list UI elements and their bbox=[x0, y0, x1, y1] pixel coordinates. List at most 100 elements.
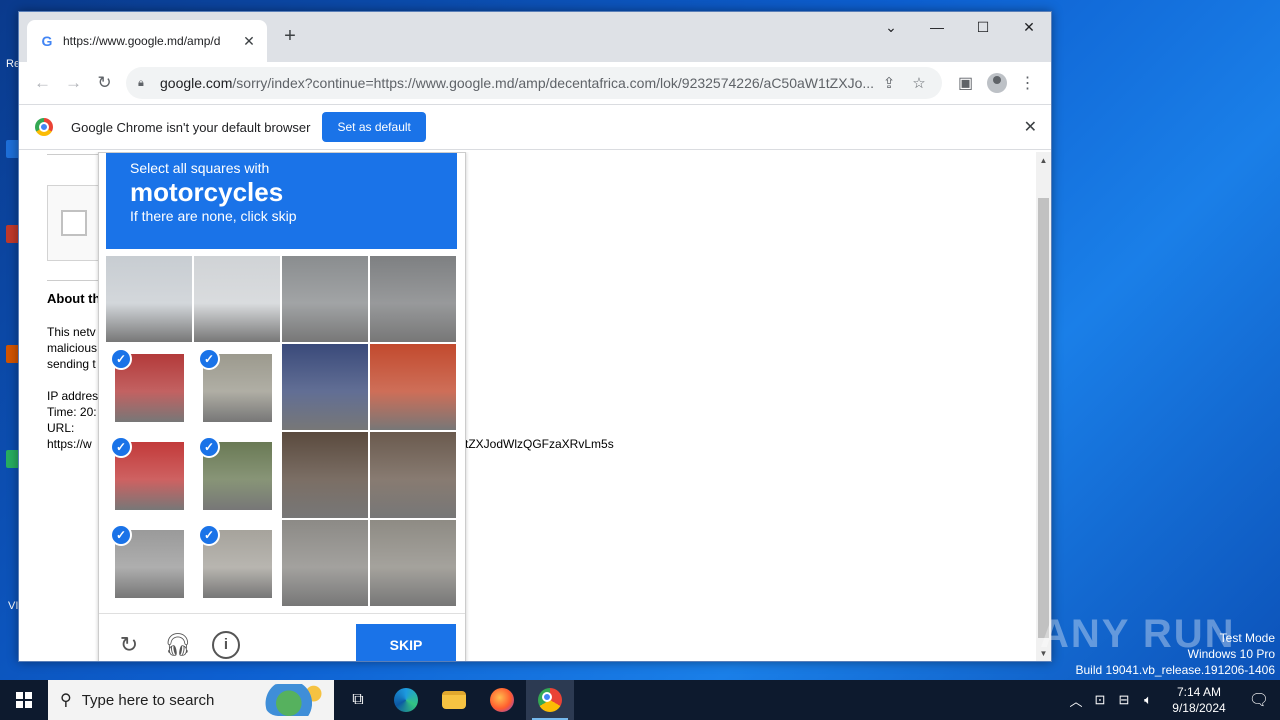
taskbar-search[interactable]: ⚲ Type here to search bbox=[48, 680, 334, 720]
chrome-icon bbox=[538, 688, 562, 712]
tile-image bbox=[282, 344, 368, 430]
captcha-tile[interactable] bbox=[282, 344, 368, 430]
para-line: malicious bbox=[47, 341, 98, 355]
clock-time: 7:14 AM bbox=[1176, 685, 1222, 699]
challenge-footer: ↻ 🎧︎ i SKIP bbox=[99, 613, 465, 661]
profile-button[interactable] bbox=[981, 67, 1012, 99]
scrollbar[interactable]: ▲ ▼ bbox=[1036, 152, 1051, 661]
tile-image bbox=[282, 520, 368, 606]
reload-challenge-icon[interactable]: ↻ bbox=[116, 632, 142, 658]
back-button[interactable]: ← bbox=[27, 67, 58, 99]
avatar bbox=[986, 73, 1007, 93]
url-tail: tZXJodWlzQGFzaXRvLm5s bbox=[465, 437, 614, 451]
skip-button[interactable]: SKIP bbox=[356, 624, 456, 661]
desktop-label: VI bbox=[8, 600, 19, 612]
side-panel-icon[interactable]: ▣ bbox=[950, 67, 981, 99]
captcha-tile[interactable] bbox=[282, 256, 368, 342]
tab-active[interactable]: G https://www.google.md/amp/d ✕ bbox=[27, 20, 267, 62]
share-icon[interactable]: ⇪ bbox=[874, 74, 904, 92]
maximize-button[interactable]: ☐ bbox=[960, 12, 1006, 42]
url-path: /sorry/index?continue=https://www.google… bbox=[232, 75, 875, 91]
taskbar-firefox[interactable] bbox=[478, 680, 526, 720]
checkmark-icon: ✓ bbox=[110, 524, 132, 546]
chrome-logo-icon bbox=[35, 118, 53, 136]
menu-kebab-icon[interactable]: ⋮ bbox=[1012, 67, 1043, 99]
search-highlight-image bbox=[264, 684, 326, 716]
captcha-tile[interactable]: ✓ bbox=[194, 432, 280, 518]
url-start: https://w bbox=[47, 437, 92, 451]
new-tab-button[interactable]: + bbox=[279, 26, 301, 48]
start-button[interactable] bbox=[0, 680, 48, 720]
captcha-tile[interactable] bbox=[370, 520, 456, 606]
captcha-tile[interactable]: ✓ bbox=[106, 432, 192, 518]
captcha-tile[interactable] bbox=[282, 520, 368, 606]
task-view-icon: ⧉ bbox=[352, 691, 364, 708]
ip-line: IP addres bbox=[47, 389, 99, 403]
windows-watermark: Test Mode Windows 10 Pro Build 19041.vb_… bbox=[1076, 630, 1276, 678]
clock[interactable]: 7:14 AM 9/18/2024 bbox=[1160, 684, 1238, 716]
page-viewport: About th This netv malicious sending t I… bbox=[19, 152, 1051, 661]
para-line: This netv bbox=[47, 325, 96, 339]
checkmark-icon: ✓ bbox=[198, 436, 220, 458]
captcha-tile[interactable] bbox=[106, 256, 192, 342]
captcha-tile[interactable] bbox=[194, 256, 280, 342]
headphones-icon[interactable]: 🎧︎ bbox=[164, 632, 192, 658]
info-icon[interactable]: i bbox=[212, 631, 240, 659]
captcha-tile[interactable]: ✓ bbox=[106, 344, 192, 430]
meet-now-icon[interactable]: ⊡ bbox=[1088, 692, 1112, 708]
captcha-tile[interactable] bbox=[282, 432, 368, 518]
taskbar-chrome[interactable] bbox=[526, 680, 574, 720]
address-bar[interactable]: 🔒︎ google.com/sorry/index?continue=https… bbox=[126, 67, 943, 99]
tab-strip: G https://www.google.md/amp/d ✕ + ⌄ — ☐ … bbox=[19, 12, 1051, 62]
checkmark-icon: ✓ bbox=[110, 436, 132, 458]
set-as-default-button[interactable]: Set as default bbox=[322, 112, 426, 142]
close-icon[interactable]: ✕ bbox=[1024, 117, 1037, 137]
tab-title: https://www.google.md/amp/d bbox=[63, 34, 221, 48]
network-icon[interactable]: ⊟ bbox=[1112, 692, 1136, 708]
forward-button[interactable]: → bbox=[58, 67, 89, 99]
browser-window: G https://www.google.md/amp/d ✕ + ⌄ — ☐ … bbox=[18, 11, 1052, 662]
volume-icon[interactable]: 🔈︎ bbox=[1136, 692, 1160, 708]
chevron-up-icon[interactable]: ︿ bbox=[1064, 691, 1088, 710]
captcha-tile[interactable] bbox=[370, 256, 456, 342]
tile-image bbox=[282, 256, 368, 342]
taskbar-edge[interactable] bbox=[382, 680, 430, 720]
folder-icon bbox=[442, 691, 466, 709]
tile-image bbox=[106, 256, 192, 342]
windows-logo-icon bbox=[16, 692, 32, 708]
close-window-button[interactable]: ✕ bbox=[1006, 12, 1051, 42]
reload-button[interactable]: ↻ bbox=[89, 67, 120, 99]
captcha-tile[interactable] bbox=[370, 344, 456, 430]
bookmark-star-icon[interactable]: ☆ bbox=[904, 74, 934, 92]
para-line: sending t bbox=[47, 357, 96, 371]
tab-search-chevron-down-icon[interactable]: ⌄ bbox=[868, 12, 914, 42]
system-tray: ︿ ⊡ ⊟ 🔈︎ 7:14 AM 9/18/2024 🗨︎ bbox=[1064, 680, 1280, 720]
task-view-button[interactable]: ⧉ bbox=[334, 680, 382, 720]
search-icon: ⚲ bbox=[60, 692, 72, 709]
captcha-tile[interactable]: ✓ bbox=[194, 344, 280, 430]
scroll-up-icon[interactable]: ▲ bbox=[1036, 156, 1051, 165]
tile-image bbox=[370, 432, 456, 518]
captcha-tile[interactable]: ✓ bbox=[106, 520, 192, 606]
challenge-target: motorcycles bbox=[130, 177, 284, 207]
recaptcha-challenge: Select all squares with motorcycles If t… bbox=[98, 152, 466, 661]
tile-image bbox=[370, 520, 456, 606]
tile-image bbox=[370, 344, 456, 430]
lock-icon[interactable]: 🔒︎ bbox=[138, 77, 152, 90]
tile-image bbox=[282, 432, 368, 518]
url-text[interactable]: google.com/sorry/index?continue=https://… bbox=[160, 75, 874, 91]
watermark-line: Test Mode bbox=[1219, 631, 1275, 645]
notification-icon[interactable]: 🗨︎ bbox=[1238, 690, 1280, 710]
time-line: Time: 20: bbox=[47, 405, 97, 419]
taskbar-file-explorer[interactable] bbox=[430, 680, 478, 720]
toolbar: ← → ↻ 🔒︎ google.com/sorry/index?continue… bbox=[19, 62, 1051, 104]
minimize-button[interactable]: — bbox=[914, 12, 960, 42]
image-grid: ✓ ✓ ✓ ✓ ✓ ✓ bbox=[106, 256, 456, 606]
captcha-tile[interactable]: ✓ bbox=[194, 520, 280, 606]
taskbar: ⚲ Type here to search ⧉ ︿ ⊡ ⊟ 🔈︎ 7:14 AM… bbox=[0, 680, 1280, 720]
captcha-tile[interactable] bbox=[370, 432, 456, 518]
scrollbar-thumb[interactable] bbox=[1038, 198, 1049, 638]
url-host: google.com bbox=[160, 75, 233, 91]
close-icon[interactable]: ✕ bbox=[241, 33, 257, 50]
recaptcha-checkbox[interactable] bbox=[61, 210, 87, 236]
